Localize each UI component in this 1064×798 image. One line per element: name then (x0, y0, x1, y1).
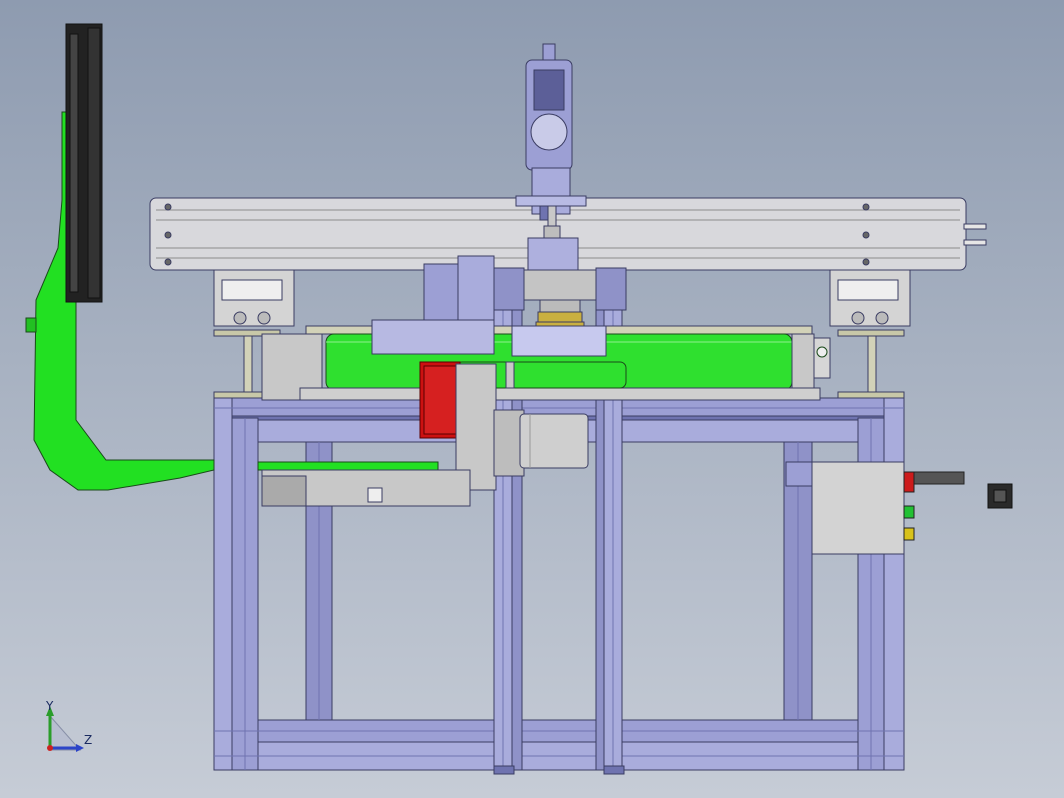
cad-viewport[interactable]: Y Z (0, 0, 1064, 798)
vertical-actuator[interactable] (515, 43, 587, 221)
monitor-screen[interactable] (65, 23, 103, 303)
z-axis-label: Z (84, 733, 92, 747)
coordinate-triad: Y Z (45, 699, 92, 752)
red-clamp-block[interactable] (419, 361, 461, 439)
y-axis-label: Y (45, 699, 54, 713)
yellow-light (903, 527, 915, 541)
gantry-support-right[interactable] (829, 269, 911, 399)
machine-assembly-model[interactable]: Y Z (0, 0, 1064, 798)
side-sensor[interactable] (987, 483, 1013, 509)
green-light (903, 505, 915, 519)
red-light (903, 471, 915, 493)
x-axis-dot (47, 745, 53, 751)
indicator-lights[interactable] (903, 471, 965, 541)
